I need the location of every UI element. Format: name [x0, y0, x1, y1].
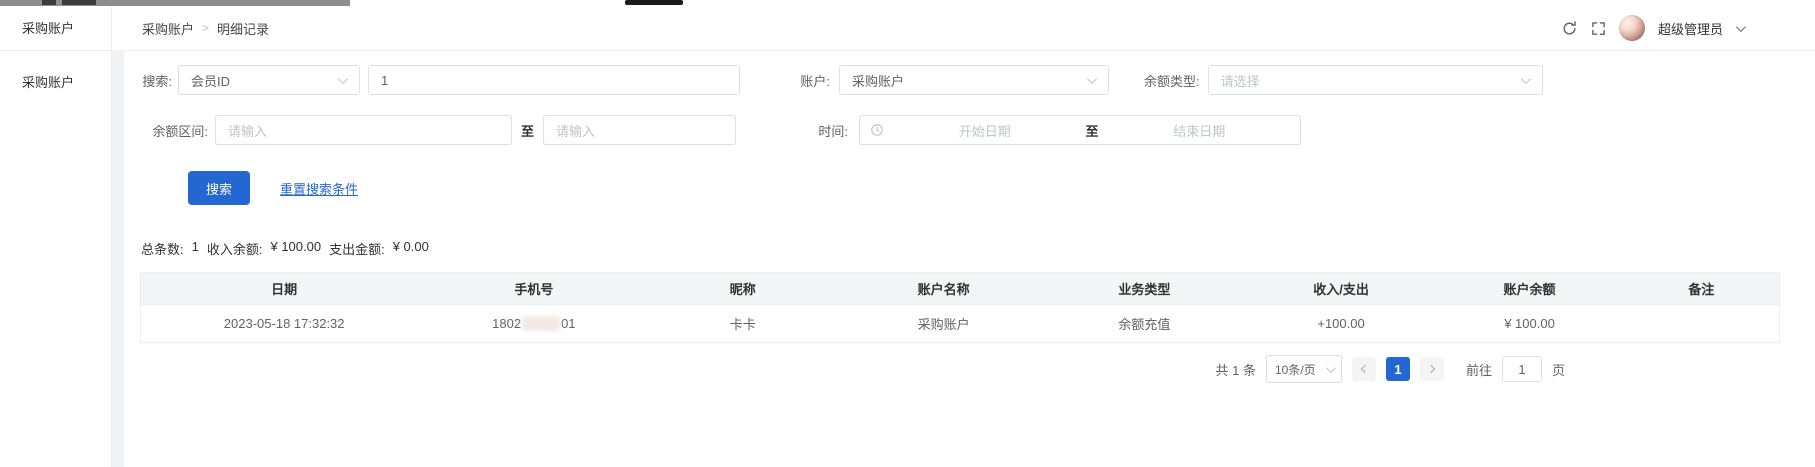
balance-range-label: 余额区间: — [124, 121, 208, 140]
reset-search-link[interactable]: 重置搜索条件 — [280, 179, 358, 198]
cell-business-type: 余额充值 — [1042, 305, 1247, 343]
date-end-placeholder[interactable]: 结束日期 — [1099, 121, 1301, 140]
cell-date: 2023-05-18 17:32:32 — [141, 305, 428, 343]
col-phone: 手机号 — [427, 273, 640, 305]
chevron-down-icon[interactable] — [1736, 22, 1746, 32]
action-row: 搜索 重置搜索条件 — [124, 171, 1815, 205]
phone-prefix: 1802 — [492, 316, 521, 331]
cell-account-name: 采购账户 — [845, 305, 1042, 343]
page-size-value: 10条/页 — [1267, 361, 1326, 378]
fullscreen-icon[interactable] — [1591, 21, 1606, 36]
chrome-mark — [42, 0, 56, 5]
records-table: 日期 手机号 昵称 账户名称 业务类型 收入/支出 账户余额 备注 2023-0 — [140, 272, 1780, 343]
col-nickname: 昵称 — [640, 273, 845, 305]
refresh-icon[interactable] — [1561, 20, 1578, 37]
clock-icon — [870, 123, 884, 137]
range-max-placeholder: 请输入 — [544, 121, 735, 140]
table-header-row: 日期 手机号 昵称 账户名称 业务类型 收入/支出 账户余额 备注 — [141, 273, 1780, 305]
page-unit-label: 页 — [1552, 360, 1565, 379]
col-business-type: 业务类型 — [1042, 273, 1247, 305]
topbar-right: 超级管理员 — [1561, 15, 1743, 41]
balance-type-select[interactable]: 请选择 — [1208, 65, 1543, 95]
topbar: 采购账户 > 明细记录 超级管理员 — [112, 6, 1815, 51]
chevron-down-icon — [1326, 363, 1336, 373]
chevron-left-icon — [1361, 365, 1369, 373]
breadcrumb-item-account[interactable]: 采购账户 — [142, 19, 194, 38]
pagination-total: 共 1 条 — [1216, 360, 1256, 379]
cropped-browser-chrome — [0, 0, 1815, 6]
search-type-value: 会员ID — [179, 71, 338, 90]
phone-masked-segment — [522, 316, 560, 331]
time-label: 时间: — [812, 121, 848, 140]
expense-label: 支出金额: — [329, 239, 385, 258]
account-label: 账户: — [794, 71, 830, 90]
income-label: 收入余额: — [207, 239, 263, 258]
table-row: 2023-05-18 17:32:32 180201 卡卡 采购账户 余额充值 … — [141, 305, 1780, 343]
cell-nickname: 卡卡 — [640, 305, 845, 343]
search-label: 搜索: — [124, 71, 172, 90]
filter-row-1: 搜索: 会员ID 1 账户: 采购账户 余额类型: 请选择 — [124, 65, 1815, 95]
chevron-right-icon — [1427, 365, 1435, 373]
chevron-down-icon — [1087, 74, 1097, 84]
income-value: ¥ 100.00 — [270, 239, 321, 258]
balance-type-placeholder: 请选择 — [1209, 71, 1521, 90]
phone-suffix: 01 — [561, 316, 575, 331]
chrome-mark — [62, 0, 96, 5]
balance-type-label: 余额类型: — [1144, 71, 1200, 90]
col-account-name: 账户名称 — [845, 273, 1042, 305]
breadcrumb-separator: > — [202, 21, 209, 35]
range-separator: 至 — [521, 121, 534, 140]
col-balance: 账户余额 — [1435, 273, 1623, 305]
sidebar-item-purchase-account[interactable]: 采购账户 — [0, 51, 111, 91]
search-button[interactable]: 搜索 — [188, 171, 250, 205]
account-select[interactable]: 采购账户 — [839, 65, 1109, 95]
date-range-picker[interactable]: 开始日期 至 结束日期 — [859, 115, 1301, 145]
content-background: 搜索: 会员ID 1 账户: 采购账户 余额类型: 请选择 — [112, 51, 1815, 467]
col-in-out: 收入/支出 — [1247, 273, 1435, 305]
total-count-value: 1 — [192, 239, 199, 258]
breadcrumb-item-detail: 明细记录 — [217, 19, 269, 38]
cell-remark — [1624, 305, 1780, 343]
date-separator: 至 — [1086, 121, 1099, 140]
goto-page-input[interactable] — [1502, 356, 1542, 382]
user-avatar[interactable] — [1619, 15, 1645, 41]
chevron-down-icon — [338, 74, 348, 84]
search-type-select[interactable]: 会员ID — [178, 65, 360, 95]
account-select-value: 采购账户 — [840, 71, 1087, 90]
cell-phone: 1802 01 — [427, 305, 640, 343]
expense-value: ¥ 0.00 — [393, 239, 429, 258]
range-max-input[interactable]: 请输入 — [543, 115, 736, 145]
range-min-placeholder: 请输入 — [216, 121, 511, 140]
prev-page-button[interactable] — [1352, 357, 1376, 381]
pagination: 共 1 条 10条/页 1 前往 页 — [124, 355, 1815, 383]
range-min-input[interactable]: 请输入 — [215, 115, 512, 145]
breadcrumb: 采购账户 > 明细记录 — [142, 19, 269, 38]
content-card: 搜索: 会员ID 1 账户: 采购账户 余额类型: 请选择 — [124, 51, 1815, 467]
sidebar-header: 采购账户 — [0, 6, 111, 51]
sidebar: 采购账户 采购账户 — [0, 6, 112, 467]
total-count-label: 总条数: — [141, 239, 184, 258]
date-start-placeholder[interactable]: 开始日期 — [884, 121, 1086, 140]
search-input-value: 1 — [369, 73, 739, 88]
page-number-active[interactable]: 1 — [1386, 357, 1410, 381]
goto-label: 前往 — [1466, 360, 1492, 379]
summary-line: 总条数: 1 收入余额: ¥ 100.00 支出金额: ¥ 0.00 — [124, 239, 1815, 258]
col-date: 日期 — [141, 273, 428, 305]
page-size-select[interactable]: 10条/页 — [1266, 355, 1342, 383]
main-area: 采购账户 > 明细记录 超级管理员 — [112, 6, 1815, 467]
filter-row-2: 余额区间: 请输入 至 请输入 时间: — [124, 115, 1815, 145]
search-input[interactable]: 1 — [368, 65, 740, 95]
col-remark: 备注 — [1624, 273, 1780, 305]
cell-balance: ¥ 100.00 — [1435, 305, 1623, 343]
cell-in-out: +100.00 — [1247, 305, 1435, 343]
chevron-down-icon — [1521, 74, 1531, 84]
next-page-button[interactable] — [1420, 357, 1444, 381]
user-name[interactable]: 超级管理员 — [1658, 19, 1723, 38]
app-window: 采购账户 采购账户 采购账户 > 明细记录 — [0, 6, 1815, 467]
chrome-tab-fragment — [625, 0, 683, 5]
